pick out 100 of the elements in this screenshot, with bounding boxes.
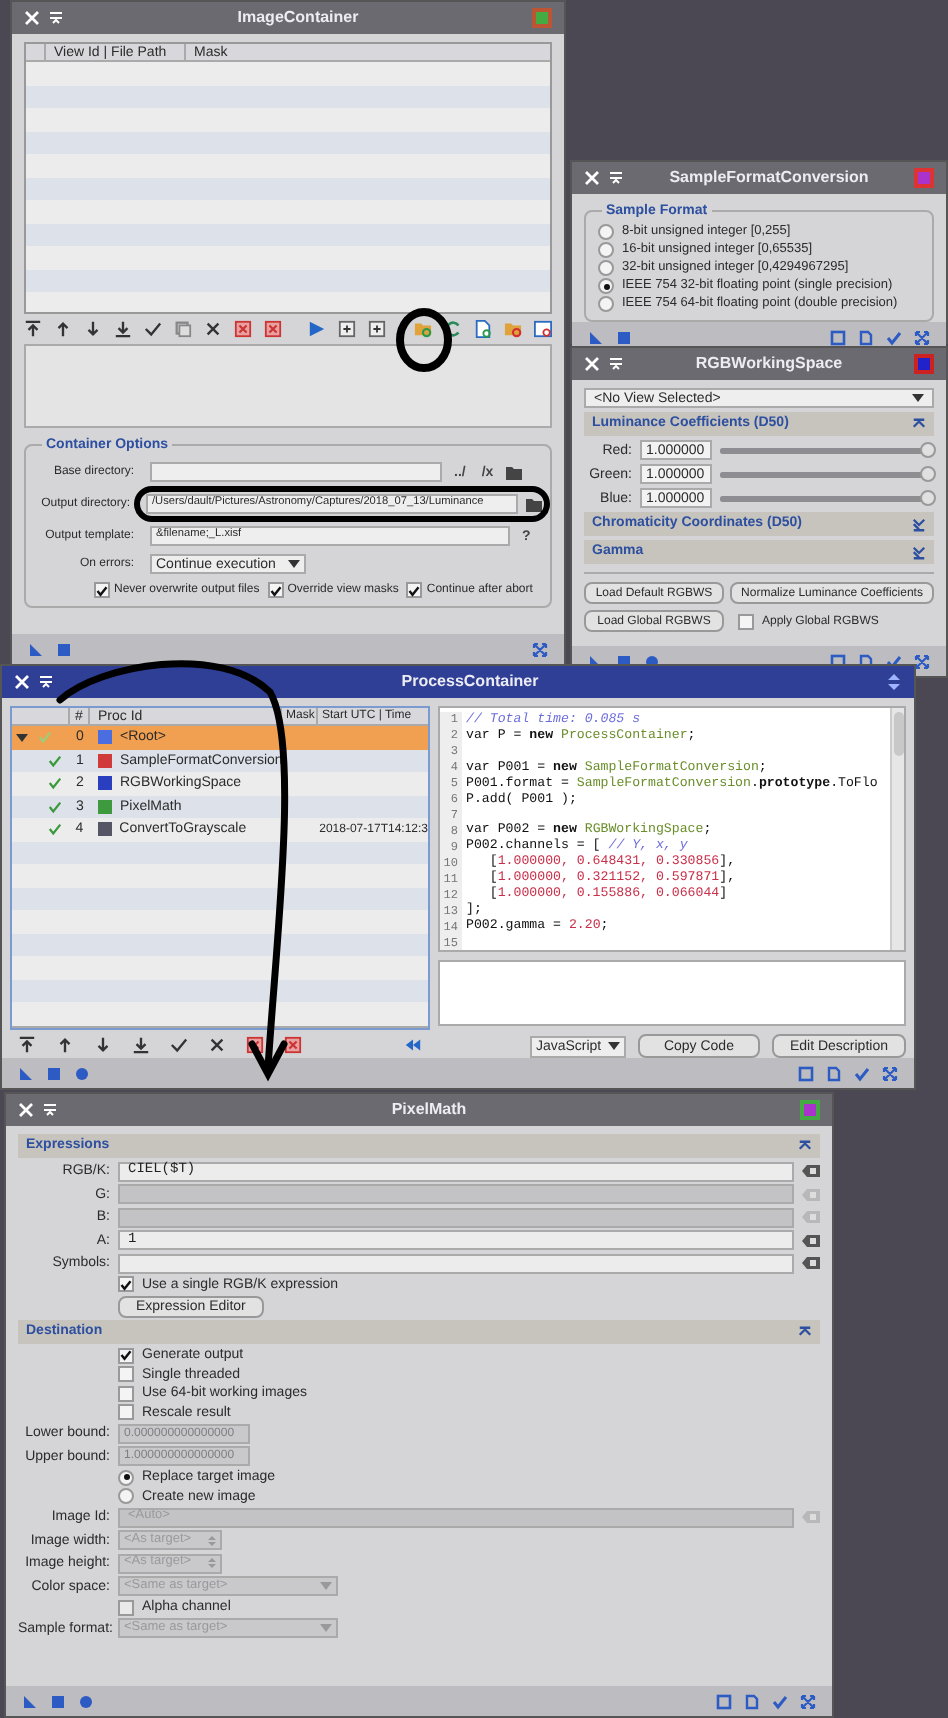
expand-icon[interactable] <box>912 517 926 531</box>
checkbox[interactable] <box>118 1347 134 1363</box>
radio-button[interactable] <box>598 296 614 312</box>
checkbox[interactable] <box>118 1404 134 1420</box>
move-down-icon[interactable] <box>83 320 102 338</box>
expression-field[interactable] <box>118 1207 794 1227</box>
document-icon[interactable] <box>858 329 874 345</box>
tree-toggle-icon[interactable] <box>15 731 27 744</box>
move-top-icon[interactable] <box>24 320 42 338</box>
checkbox[interactable] <box>94 582 110 598</box>
expand-icon[interactable] <box>800 1693 816 1709</box>
close-icon[interactable] <box>584 170 600 186</box>
clear-icon[interactable] <box>802 1256 820 1270</box>
expand-icon[interactable] <box>882 1065 898 1081</box>
check-icon[interactable] <box>48 799 62 814</box>
expand-icon[interactable] <box>532 641 548 657</box>
box-arrow-icon[interactable] <box>338 320 357 338</box>
square-icon[interactable] <box>616 329 632 345</box>
move-up-icon[interactable] <box>53 320 72 338</box>
radio-button[interactable] <box>598 278 614 294</box>
checkbox[interactable] <box>118 1366 134 1382</box>
shade-icon[interactable] <box>608 170 624 186</box>
move-down-icon[interactable] <box>94 1035 112 1054</box>
expression-field[interactable] <box>118 1184 794 1204</box>
new-instance-icon[interactable] <box>22 1693 38 1709</box>
play-icon[interactable] <box>308 320 327 338</box>
check-icon[interactable] <box>772 1693 788 1709</box>
path-field[interactable] <box>150 462 442 482</box>
clear-icon[interactable] <box>802 1164 820 1178</box>
move-bottom-icon[interactable] <box>113 320 132 338</box>
circle-icon[interactable] <box>74 1065 90 1081</box>
collapse-icon[interactable] <box>798 1325 812 1339</box>
shade-icon[interactable] <box>38 674 54 690</box>
square-outline-icon[interactable] <box>798 1065 814 1081</box>
copy-icon[interactable] <box>173 320 192 338</box>
square-icon[interactable] <box>50 1693 66 1709</box>
move-up-icon[interactable] <box>56 1035 74 1054</box>
dropdown-arrow-icon[interactable] <box>288 560 300 568</box>
new-instance-icon[interactable] <box>28 641 44 657</box>
checkbox[interactable] <box>118 1276 134 1292</box>
dropdown-arrow-icon[interactable] <box>607 1042 620 1050</box>
document-icon[interactable] <box>826 1065 842 1081</box>
check-icon[interactable] <box>38 730 52 745</box>
check-icon[interactable] <box>48 753 62 768</box>
check-icon[interactable] <box>886 329 902 345</box>
new-instance-icon[interactable] <box>18 1065 34 1081</box>
collapse-icon[interactable] <box>912 417 926 431</box>
code-editor[interactable] <box>438 706 906 953</box>
checkbox[interactable] <box>118 1385 134 1401</box>
radio-button[interactable] <box>598 224 614 240</box>
folder-icon[interactable] <box>505 465 522 479</box>
checkbox[interactable] <box>267 582 284 598</box>
radio-button[interactable] <box>118 1469 134 1485</box>
collapse-icon[interactable] <box>798 1139 812 1153</box>
cross-icon[interactable] <box>203 320 222 338</box>
up-down-icon[interactable] <box>886 672 902 692</box>
shade-icon[interactable] <box>48 10 64 26</box>
refresh-icon[interactable] <box>444 320 463 338</box>
close-icon[interactable] <box>24 10 40 26</box>
square-outline-icon[interactable] <box>716 1693 732 1709</box>
checkbox[interactable] <box>406 582 423 598</box>
square-icon[interactable] <box>56 641 72 657</box>
expand-icon[interactable] <box>912 545 926 559</box>
move-bottom-icon[interactable] <box>132 1035 150 1054</box>
checkbox[interactable] <box>738 613 754 629</box>
document-icon[interactable] <box>474 320 492 338</box>
move-top-icon[interactable] <box>18 1035 36 1054</box>
radio-button[interactable] <box>598 260 614 276</box>
check-icon[interactable] <box>886 653 902 669</box>
check-icon[interactable] <box>854 1065 870 1081</box>
expand-icon[interactable] <box>914 653 930 669</box>
document-icon[interactable] <box>744 1693 760 1709</box>
shade-icon[interactable] <box>42 1102 58 1118</box>
expand-icon[interactable] <box>914 329 930 345</box>
close-icon[interactable] <box>18 1102 34 1118</box>
folder-icon[interactable] <box>526 497 542 511</box>
check-icon[interactable] <box>170 1035 188 1054</box>
expression-field[interactable] <box>118 1253 794 1273</box>
check-icon[interactable] <box>47 822 62 837</box>
vertical-scrollbar[interactable] <box>890 708 904 951</box>
radio-button[interactable] <box>598 242 614 258</box>
dropdown-arrow-icon[interactable] <box>912 394 924 402</box>
rewind-icon[interactable] <box>404 1035 422 1054</box>
clear-icon[interactable] <box>802 1233 820 1247</box>
folder-icon[interactable] <box>503 320 522 338</box>
check-icon[interactable] <box>143 320 162 338</box>
radio-button[interactable] <box>118 1488 134 1504</box>
check-icon[interactable] <box>48 776 62 791</box>
close-icon[interactable] <box>14 674 30 690</box>
window-icon[interactable] <box>533 320 552 338</box>
circle-icon[interactable] <box>78 1693 94 1709</box>
close-icon[interactable] <box>584 356 600 372</box>
box-arrow-icon[interactable] <box>368 320 387 338</box>
cross-box-icon[interactable] <box>284 1035 302 1054</box>
cross-icon[interactable] <box>208 1035 226 1054</box>
shade-icon[interactable] <box>608 356 624 372</box>
checkbox[interactable] <box>118 1599 134 1615</box>
description-box[interactable] <box>438 960 906 1026</box>
square-outline-icon[interactable] <box>830 329 846 345</box>
square-icon[interactable] <box>46 1065 62 1081</box>
